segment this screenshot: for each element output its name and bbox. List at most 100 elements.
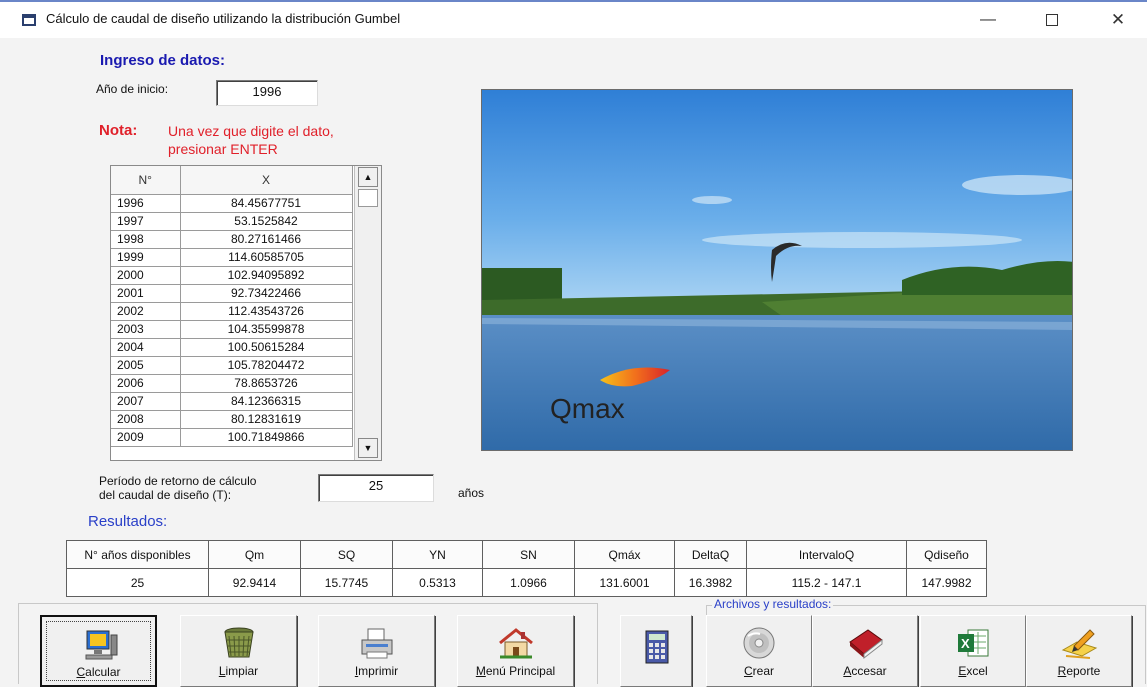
grid-row[interactable]: 2005 105.78204472: [111, 356, 353, 375]
menu-principal-button[interactable]: Menú Principal: [457, 615, 574, 687]
column-header-x[interactable]: X: [180, 166, 353, 195]
report-pencil-icon: [1061, 629, 1098, 659]
grid-row[interactable]: 1997 53.1525842: [111, 212, 353, 231]
results-header-cell: N° años disponibles: [66, 540, 209, 569]
scroll-up-icon[interactable]: ▲: [358, 167, 378, 187]
grid-cell-x[interactable]: 112.43543726: [180, 302, 353, 321]
calcular-accel: C: [76, 665, 86, 679]
crear-button[interactable]: Crear: [706, 615, 812, 687]
limpiar-button[interactable]: Limpiar: [180, 615, 297, 687]
crear-label: Crear: [707, 664, 811, 678]
photo-caption: Qmax: [550, 393, 625, 424]
maximize-button[interactable]: [1032, 8, 1072, 32]
grid-cell-x[interactable]: 102.94095892: [180, 266, 353, 285]
scroll-thumb[interactable]: [358, 189, 378, 207]
reporte-accel: R: [1057, 664, 1067, 678]
grid-cell-year[interactable]: 1999: [111, 248, 181, 267]
excel-button[interactable]: X Excel: [920, 615, 1026, 687]
grid-cell-x[interactable]: 92.73422466: [180, 284, 353, 303]
window-title: Cálculo de caudal de diseño utilizando l…: [46, 11, 401, 26]
grid-row[interactable]: 2003 104.35599878: [111, 320, 353, 339]
input-heading: Ingreso de datos:: [100, 52, 226, 69]
reporte-rest: eporte: [1066, 664, 1101, 678]
grid-row[interactable]: 2000 102.94095892: [111, 266, 353, 285]
grid-row[interactable]: 2008 80.12831619: [111, 410, 353, 429]
results-heading: Resultados:: [88, 513, 168, 530]
cd-disc-icon: [743, 627, 775, 659]
results-header-cell: Qm: [208, 540, 301, 569]
grid-row[interactable]: 1996 84.45677751: [111, 194, 353, 213]
grid-cell-year[interactable]: 2006: [111, 374, 181, 393]
period-input[interactable]: 25: [318, 474, 434, 502]
results-header-cell: SN: [482, 540, 575, 569]
note-label: Nota:: [99, 122, 138, 139]
grid-cell-x[interactable]: 100.71849866: [180, 428, 353, 447]
grid-cell-x[interactable]: 80.12831619: [180, 410, 353, 429]
note-text-line2: presionar ENTER: [168, 141, 278, 157]
grid-row[interactable]: 2001 92.73422466: [111, 284, 353, 303]
files-group-label: Archivos y resultados:: [712, 597, 834, 611]
grid-cell-year[interactable]: 2000: [111, 266, 181, 285]
scroll-down-icon[interactable]: ▼: [358, 438, 378, 458]
grid-cell-year[interactable]: 2002: [111, 302, 181, 321]
results-value-cell: 15.7745: [300, 568, 393, 597]
grid-cell-year[interactable]: 2005: [111, 356, 181, 375]
menu-accel: M: [475, 664, 486, 678]
grid-cell-x[interactable]: 114.60585705: [180, 248, 353, 267]
grid-cell-x[interactable]: 84.45677751: [180, 194, 353, 213]
printer-icon: [361, 628, 393, 659]
grid-cell-year[interactable]: 2007: [111, 392, 181, 411]
data-grid[interactable]: N° X 1996 84.45677751 1997 53.1525842 1998 80…: [110, 165, 382, 461]
accesar-label: Accesar: [813, 664, 917, 678]
grid-cell-x[interactable]: 84.12366315: [180, 392, 353, 411]
excel-icon: X: [958, 629, 989, 657]
results-value-cell: 147.9982: [906, 568, 987, 597]
limpiar-rest: impiar: [225, 664, 259, 678]
period-unit: años: [458, 486, 485, 500]
grid-cell-year[interactable]: 2003: [111, 320, 181, 339]
grid-cell-year[interactable]: 2001: [111, 284, 181, 303]
grid-row[interactable]: 2004 100.50615284: [111, 338, 353, 357]
grid-row[interactable]: 1998 80.27161466: [111, 230, 353, 249]
grid-cell-x[interactable]: 53.1525842: [180, 212, 353, 231]
grid-row[interactable]: 2007 84.12366315: [111, 392, 353, 411]
grid-cell-x[interactable]: 105.78204472: [180, 356, 353, 375]
maximize-icon: [1046, 13, 1058, 26]
calcular-button[interactable]: Calcular: [40, 615, 157, 687]
column-header-n[interactable]: N°: [111, 166, 181, 195]
calculator-button[interactable]: [620, 615, 692, 687]
grid-cell-x[interactable]: 80.27161466: [180, 230, 353, 249]
imprimir-button[interactable]: Imprimir: [318, 615, 435, 687]
minimize-button[interactable]: —: [968, 8, 1008, 32]
start-year-input[interactable]: 1996: [216, 80, 318, 106]
calculator-icon: [645, 630, 669, 664]
grid-row[interactable]: 1999 114.60585705: [111, 248, 353, 267]
grid-cell-year[interactable]: 1998: [111, 230, 181, 249]
book-icon: [849, 629, 883, 660]
grid-scrollbar[interactable]: ▲ ▼: [354, 166, 381, 460]
grid-row[interactable]: 2002 112.43543726: [111, 302, 353, 321]
grid-cell-year[interactable]: 1996: [111, 194, 181, 213]
grid-cell-x[interactable]: 100.50615284: [180, 338, 353, 357]
svg-text:X: X: [961, 636, 970, 651]
grid-cell-year[interactable]: 1997: [111, 212, 181, 231]
period-label-line1: Período de retorno de cálculo: [99, 474, 257, 488]
title-bar: Cálculo de caudal de diseño utilizando l…: [0, 0, 1147, 38]
reporte-button[interactable]: Reporte: [1026, 615, 1132, 687]
note-text-line1: Una vez que digite el dato,: [168, 123, 334, 139]
grid-cell-x[interactable]: 104.35599878: [180, 320, 353, 339]
grid-cell-year[interactable]: 2004: [111, 338, 181, 357]
excel-rest: xcel: [966, 664, 988, 678]
grid-row[interactable]: 2006 78.8653726: [111, 374, 353, 393]
note-text: Una vez que digite el dato, presionar EN…: [168, 122, 334, 158]
grid-cell-year[interactable]: 2009: [111, 428, 181, 447]
accesar-button[interactable]: Accesar: [812, 615, 918, 687]
excel-label: Excel: [921, 664, 1025, 678]
grid-row[interactable]: 2009 100.71849866: [111, 428, 353, 447]
results-header-cell: YN: [392, 540, 483, 569]
close-button[interactable]: ✕: [1098, 8, 1138, 32]
grid-cell-x[interactable]: 78.8653726: [180, 374, 353, 393]
grid-cell-year[interactable]: 2008: [111, 410, 181, 429]
results-value-cell: 1.0966: [482, 568, 575, 597]
imprimir-label: Imprimir: [319, 664, 434, 678]
